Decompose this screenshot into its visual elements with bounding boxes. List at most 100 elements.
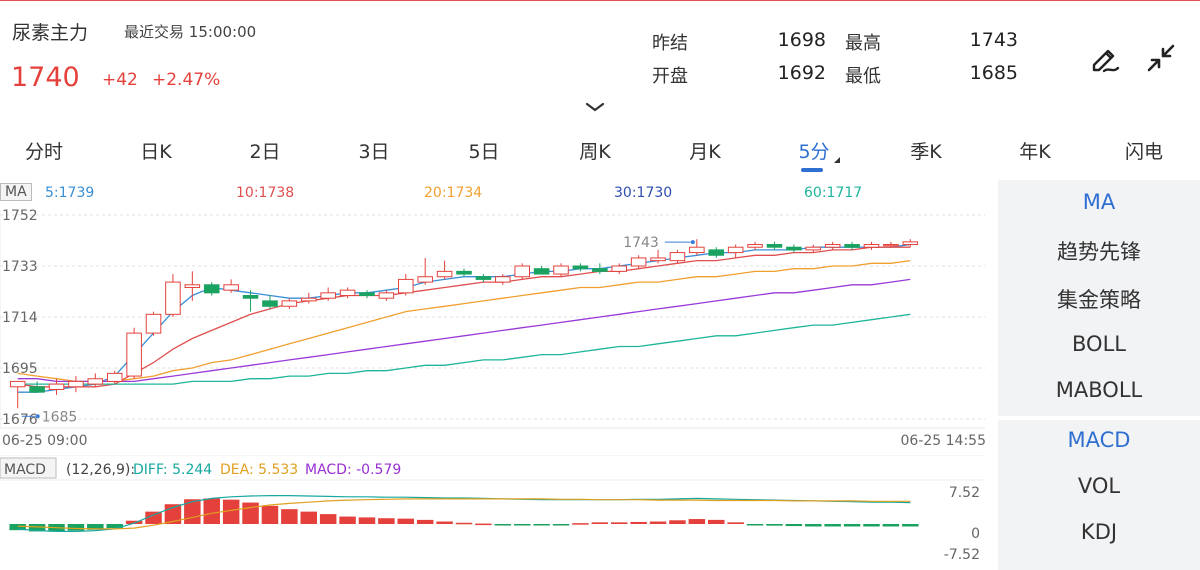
- tab-5min[interactable]: 5分: [774, 137, 854, 164]
- high-label: 最高: [845, 33, 881, 54]
- low-marker-dot: [35, 414, 40, 419]
- candle: [514, 265, 530, 278]
- macd-value-label: MACD: -0.579: [305, 462, 401, 478]
- indicator-ma[interactable]: MA: [998, 190, 1200, 214]
- macd-bar: [805, 524, 822, 527]
- indicator-maboll[interactable]: MABOLL: [998, 378, 1200, 402]
- candle: [242, 295, 259, 299]
- macd-bar: [708, 519, 725, 524]
- candle: [708, 249, 725, 256]
- candle: [203, 284, 220, 294]
- macd-bar: [358, 517, 376, 524]
- ma-badge[interactable]: MA: [0, 183, 32, 201]
- candle: [29, 386, 45, 393]
- macd-bar: [863, 524, 880, 527]
- macd-bar: [843, 524, 861, 527]
- tab-flash[interactable]: 闪电: [1104, 137, 1184, 164]
- price-change-pct: +2.47%: [152, 70, 221, 90]
- tab-3day[interactable]: 3日: [334, 137, 414, 164]
- candle: [9, 380, 26, 388]
- chevron-down-icon[interactable]: [585, 98, 605, 112]
- indicator-boll[interactable]: BOLL: [998, 332, 1200, 356]
- macd-diff-label: DIFF: 5.244: [133, 462, 212, 478]
- tab-5day[interactable]: 5日: [444, 137, 524, 164]
- open-value: 1692: [777, 62, 826, 84]
- ma-item: 60:1717: [804, 185, 863, 201]
- candle: [398, 278, 414, 294]
- candle: [824, 244, 841, 248]
- tab-dropdown-icon[interactable]: [834, 157, 840, 163]
- candle: [145, 313, 162, 334]
- time-end-label: 06-25 14:55: [901, 433, 986, 449]
- candle: [262, 300, 278, 307]
- candle: [727, 246, 744, 254]
- candle: [902, 241, 919, 246]
- candle: [87, 378, 104, 385]
- tab-quarter-k[interactable]: 季K: [886, 137, 966, 164]
- candle: [106, 372, 123, 382]
- candle: [844, 244, 860, 248]
- macd-chart[interactable]: MACD (12,26,9):DIFF: 5.244 DEA: 5.533 MACD:…: [0, 455, 990, 570]
- tab-day-k[interactable]: 日K: [116, 137, 196, 164]
- macd-bar: [339, 516, 356, 524]
- tab-year-k[interactable]: 年K: [995, 137, 1075, 164]
- macd-bar: [436, 521, 453, 524]
- collapse-arrows-icon[interactable]: [1143, 40, 1179, 76]
- macd-bar: [261, 505, 279, 524]
- macd-bar: [552, 524, 570, 526]
- price-tick-label: 1695: [2, 361, 38, 377]
- macd-bar: [242, 502, 259, 524]
- macd-bar: [416, 519, 434, 524]
- ma-item: 20:1734: [424, 185, 483, 201]
- panel-divider: [998, 416, 1200, 420]
- prev-close-value: 1698: [777, 29, 826, 51]
- tab-week-k[interactable]: 周K: [555, 137, 635, 164]
- macd-bar: [688, 519, 706, 524]
- macd-bar: [572, 523, 589, 525]
- indicator-kdj[interactable]: KDJ: [998, 520, 1200, 544]
- contract-title: 尿素主力: [12, 22, 89, 44]
- pen-draw-icon[interactable]: [1087, 40, 1123, 76]
- macd-bar: [300, 511, 318, 524]
- tab-2day[interactable]: 2日: [225, 137, 305, 164]
- macd-bar: [591, 522, 609, 524]
- candle: [320, 292, 336, 299]
- candle: [48, 383, 65, 390]
- macd-axis-label: 7.52: [949, 485, 980, 501]
- recent-trade: 最近交易 15:00:00: [124, 21, 256, 42]
- candle: [592, 268, 608, 272]
- candle: [786, 246, 802, 251]
- indicator-vol[interactable]: VOL: [998, 474, 1200, 498]
- candle: [184, 284, 201, 288]
- candle: [475, 276, 492, 280]
- candle: [456, 270, 472, 275]
- price-change: +42: [102, 70, 138, 90]
- macd-axis-label: 0: [971, 526, 980, 542]
- high-value: 1743: [969, 29, 1018, 51]
- candle: [378, 292, 395, 299]
- macd-bar: [630, 521, 647, 524]
- price-tick-label: 1714: [2, 310, 38, 326]
- macd-bar: [397, 518, 415, 524]
- recent-trade-time: 15:00:00: [188, 23, 257, 41]
- quote-header: 尿素主力 最近交易 15:00:00 1740 +42 +2.47% 昨结 16…: [0, 0, 1200, 118]
- tab-month-k[interactable]: 月K: [665, 137, 745, 164]
- macd-bar: [378, 518, 395, 524]
- high-annotation: 1743: [623, 235, 659, 251]
- candle: [68, 380, 84, 388]
- candle: [650, 257, 666, 262]
- indicator-macd[interactable]: MACD: [998, 428, 1200, 452]
- candle: [883, 244, 899, 247]
- tab-fenshi[interactable]: 分时: [4, 137, 84, 164]
- ma-legend: MA 5:1739 10:1738 20:1734 30:1730 60:171…: [0, 183, 990, 205]
- macd-bar: [746, 524, 764, 526]
- indicator-gold-strategy[interactable]: 集金策略: [998, 284, 1200, 314]
- candlestick-chart[interactable]: 1752 1733 1714 1695 1676 1743 1685 06-25 09:00 0…: [0, 205, 990, 455]
- time-start-label: 06-25 09:00: [2, 433, 87, 449]
- candle: [747, 244, 763, 248]
- ma-item: 5:1739: [45, 185, 95, 201]
- candle: [436, 270, 453, 278]
- indicator-trend-pioneer[interactable]: 趋势先锋: [998, 236, 1200, 266]
- candle: [863, 244, 880, 248]
- macd-params: (12,26,9):: [66, 462, 135, 478]
